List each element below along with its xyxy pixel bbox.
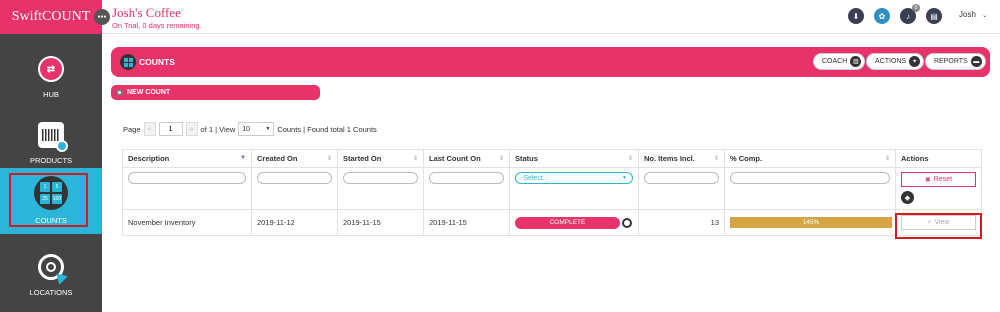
column-header-started-on[interactable]: Started On ⇕: [337, 149, 424, 168]
cell-percent-comp: 145%: [724, 209, 896, 236]
sidebar-item-label: HUB: [43, 90, 59, 99]
coach-icon: ▥: [850, 56, 862, 67]
next-page-button[interactable]: »: [185, 122, 198, 136]
tag-icon[interactable]: ◆: [901, 191, 914, 204]
cell-items: 13: [638, 209, 725, 236]
column-header-items[interactable]: No. Items Incl. ⇕: [638, 149, 725, 168]
found-total-text: Counts | Found total 1 Counts: [277, 124, 377, 134]
page-title: COUNTS: [139, 57, 175, 67]
notification-badge: 0: [912, 4, 920, 12]
last-count-filter-input[interactable]: [429, 172, 504, 184]
sidebar: SwiftCOUNT ⇄ HUB PRODUCTS 1 5 25 100 COU…: [0, 0, 102, 312]
reset-filter-button[interactable]: ✖ Reset: [901, 172, 976, 187]
sidebar-item-locations[interactable]: LOCATIONS: [0, 236, 102, 302]
support-icon[interactable]: ✿: [874, 8, 890, 24]
column-header-last-count-on[interactable]: Last Count On ⇕: [423, 149, 510, 168]
hub-icon: ⇄: [38, 56, 64, 82]
counts-header-bar: COUNTS COACH ▥ ACTIONS ✦ REPORTS ▬: [111, 47, 990, 77]
user-name: Josh: [959, 10, 976, 19]
completion-progress-bar: 145%: [730, 217, 892, 228]
user-menu[interactable]: Josh ⌄: [959, 10, 987, 19]
column-header-percent-comp[interactable]: % Comp. ⇕: [724, 149, 896, 168]
coach-button[interactable]: COACH ▥: [813, 53, 866, 70]
cell-status: COMPLETE: [509, 209, 639, 236]
bell-icon[interactable]: ♪ 0: [900, 4, 920, 24]
table-row[interactable]: November Inventory 2019-11-12 2019-11-15…: [122, 209, 982, 236]
pager: Page « » of 1 | View 10 ▼ Counts | Found…: [123, 122, 377, 136]
locations-target-icon: [38, 254, 68, 285]
highlight-view: [895, 213, 982, 239]
sort-desc-icon: ▼: [240, 155, 246, 161]
close-icon: ✖: [924, 176, 931, 184]
chevron-down-icon: ⌄: [982, 13, 988, 19]
new-count-button[interactable]: NEW COUNT: [111, 85, 320, 100]
column-header-actions: Actions: [895, 149, 982, 168]
table-header-row: Description ▼ Created On ⇕ Started On ⇕ Las…: [122, 149, 982, 168]
sort-icon: ⇕: [627, 156, 633, 162]
top-header: ●●● Josh's Coffee On Trial, 0 days remai…: [94, 0, 1000, 34]
highlight-counts: [9, 173, 88, 227]
cell-description: November Inventory: [122, 209, 252, 236]
items-filter-input[interactable]: [644, 172, 719, 184]
clipboard-icon[interactable]: ▤: [926, 8, 942, 24]
sidebar-item-label: LOCATIONS: [29, 288, 73, 297]
status-circle-icon[interactable]: [622, 217, 632, 228]
cell-started-on: 2019-11-15: [337, 209, 424, 236]
sidebar-item-hub[interactable]: ⇄ HUB: [0, 38, 102, 104]
prev-page-button[interactable]: «: [143, 122, 156, 136]
created-on-filter-input[interactable]: [257, 172, 332, 184]
column-header-description[interactable]: Description ▼: [122, 149, 252, 168]
lightbulb-icon: ✦: [909, 56, 921, 67]
sort-icon: ⇕: [884, 156, 890, 162]
percent-filter-input[interactable]: [730, 172, 890, 184]
company-switch-icon[interactable]: ●●●: [94, 9, 110, 25]
column-header-created-on[interactable]: Created On ⇕: [251, 149, 338, 168]
page-of-text: of 1 | View: [200, 124, 236, 134]
dropdown-arrow-icon: ▼: [622, 175, 627, 181]
reports-button[interactable]: REPORTS ▬: [925, 53, 986, 70]
sort-icon: ⇕: [713, 156, 719, 162]
cell-created-on: 2019-11-12: [251, 209, 338, 236]
counts-table: Description ▼ Created On ⇕ Started On ⇕ Las…: [122, 149, 982, 236]
brand-logo: SwiftCOUNT: [0, 0, 102, 34]
company-name[interactable]: Josh's Coffee: [112, 5, 181, 21]
dropdown-arrow-icon: ▼: [265, 126, 271, 132]
sort-icon: ⇕: [498, 156, 504, 162]
download-icon[interactable]: ⬇: [848, 8, 864, 24]
page-number-input[interactable]: [158, 122, 183, 136]
sidebar-item-label: PRODUCTS: [29, 156, 73, 165]
page-size-select[interactable]: 10 ▼: [238, 122, 275, 136]
started-on-filter-input[interactable]: [343, 172, 418, 184]
sort-icon: ⇕: [412, 156, 418, 162]
actions-button[interactable]: ACTIONS ✦: [866, 53, 925, 70]
cell-last-count-on: 2019-11-15: [423, 209, 510, 236]
trial-status: On Trial, 0 days remaining.: [112, 21, 202, 30]
status-filter-select[interactable]: -Select... ▼: [515, 172, 633, 184]
sidebar-item-products[interactable]: PRODUCTS: [0, 104, 102, 170]
products-barcode-icon: [38, 122, 68, 152]
reports-icon: ▬: [970, 56, 982, 67]
counts-section-icon: [120, 54, 136, 70]
status-badge: COMPLETE: [515, 216, 620, 229]
description-filter-input[interactable]: [128, 172, 246, 184]
plus-circle-icon: [116, 89, 123, 96]
page-label: Page: [123, 124, 141, 134]
column-header-status[interactable]: Status ⇕: [509, 149, 639, 168]
sort-icon: ⇕: [326, 156, 332, 162]
filter-row: -Select... ▼ ✖ Reset ◆: [122, 167, 982, 210]
